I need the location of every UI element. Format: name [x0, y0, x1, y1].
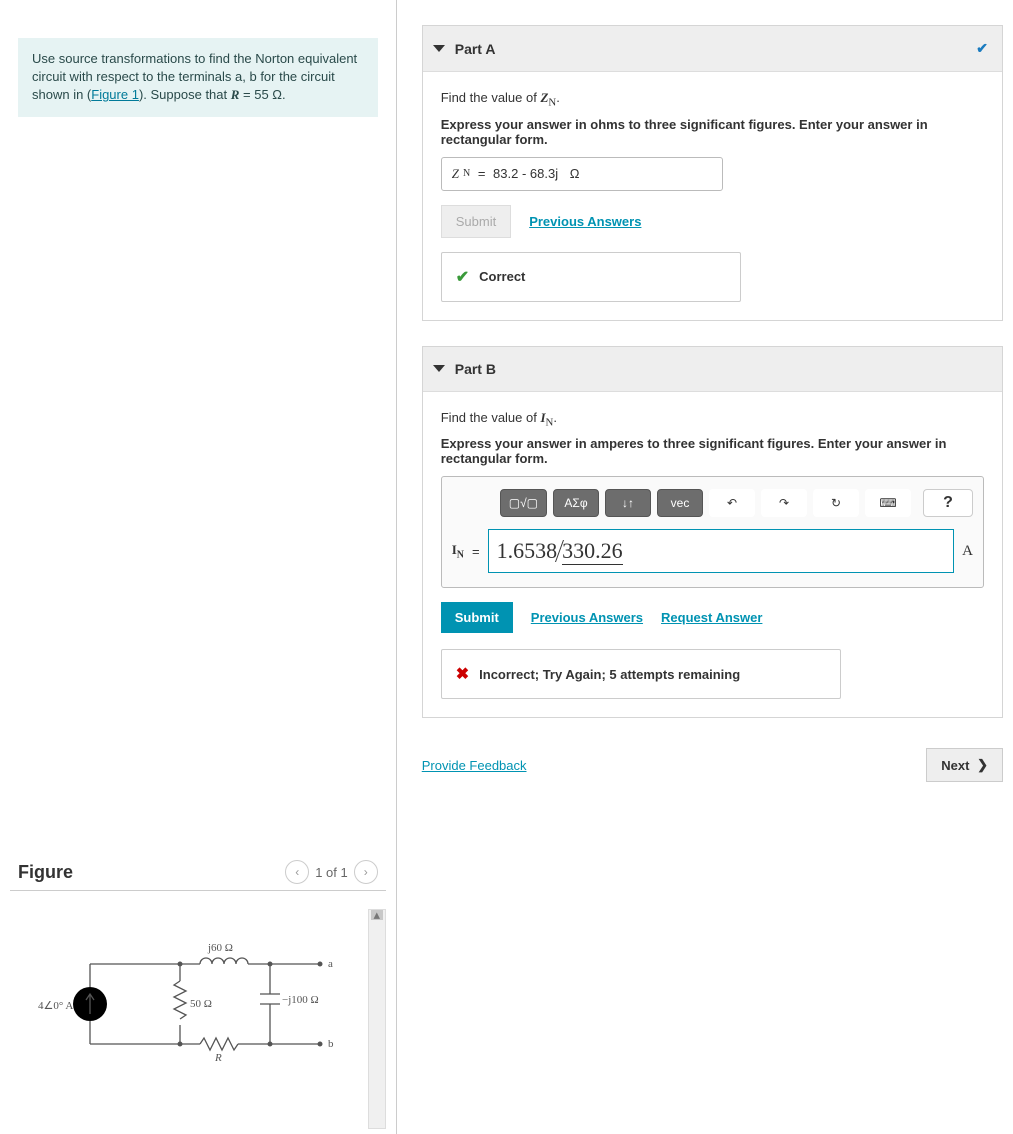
svg-text:4∠0° A: 4∠0° A — [38, 1000, 73, 1012]
redo-button[interactable]: ↷ — [761, 489, 807, 517]
circuit-diagram: 4∠0° A 50 Ω j60 Ω — [30, 909, 360, 1089]
x-icon: ✖ — [456, 664, 469, 684]
request-answer-link[interactable]: Request Answer — [661, 610, 762, 625]
svg-text:−j100 Ω: −j100 Ω — [282, 994, 319, 1006]
intro-text2: ). Suppose that — [139, 87, 231, 102]
provide-feedback-link[interactable]: Provide Feedback — [422, 758, 527, 773]
figure-panel: Figure ‹ 1 of 1 › 4∠0° A — [0, 860, 396, 1129]
figure-next-button[interactable]: › — [354, 860, 378, 884]
part-b-title: Part B — [455, 361, 496, 377]
vec-button[interactable]: vec — [657, 489, 703, 517]
part-a-answer: ZN = 83.2 - 68.3j Ω — [441, 157, 723, 191]
collapse-icon[interactable] — [433, 45, 445, 52]
templates-button[interactable]: ▢√▢ — [500, 489, 547, 517]
feedback-incorrect: ✖ Incorrect; Try Again; 5 attempts remai… — [441, 649, 841, 699]
chevron-right-icon: ❯ — [973, 757, 988, 773]
scroll-up-icon[interactable]: ▴ — [371, 910, 383, 920]
feedback-correct: ✔ Correct — [441, 252, 741, 302]
check-icon: ✔ — [976, 40, 988, 57]
svg-text:j60 Ω: j60 Ω — [207, 942, 233, 954]
undo-button[interactable]: ↶ — [709, 489, 755, 517]
help-button[interactable]: ? — [923, 489, 973, 517]
reset-button[interactable]: ↻ — [813, 489, 859, 517]
scripts-button[interactable]: ↓↑ — [605, 489, 651, 517]
figure-title: Figure — [18, 862, 73, 883]
part-b-hint: Express your answer in amperes to three … — [441, 436, 984, 466]
previous-answers-link[interactable]: Previous Answers — [531, 610, 643, 625]
keyboard-button[interactable]: ⌨ — [865, 489, 911, 517]
part-a-title: Part A — [455, 41, 496, 57]
equation-input[interactable]: 1.6538330.26 — [488, 529, 955, 573]
part-b-panel: Part B Find the value of IN. Express you… — [422, 346, 1003, 719]
collapse-icon[interactable] — [433, 365, 445, 372]
figure-pager: 1 of 1 — [315, 865, 348, 880]
greek-button[interactable]: ΑΣφ — [553, 489, 599, 517]
problem-intro: Use source transformations to find the N… — [18, 38, 378, 117]
figure-prev-button[interactable]: ‹ — [285, 860, 309, 884]
part-b-prompt: Find the value of IN. — [441, 410, 984, 429]
eq-variable: IN — [452, 542, 464, 561]
part-a-panel: Part A ✔ Find the value of ZN. Express y… — [422, 25, 1003, 321]
previous-answers-link[interactable]: Previous Answers — [529, 214, 641, 229]
intro-eq: = 55 Ω. — [239, 87, 285, 102]
part-a-answer-value: 83.2 - 68.3j — [493, 166, 558, 181]
figure-link[interactable]: Figure 1 — [91, 87, 139, 102]
svg-text:R: R — [214, 1052, 222, 1064]
submit-button[interactable]: Submit — [441, 602, 513, 633]
check-icon: ✔ — [456, 267, 469, 287]
equation-editor: ▢√▢ ΑΣφ ↓↑ vec ↶ ↷ ↻ ⌨ ? IN = — [441, 476, 984, 588]
part-a-hint: Express your answer in ohms to three sig… — [441, 117, 984, 147]
part-a-prompt: Find the value of ZN. — [441, 90, 984, 109]
eq-unit: A — [962, 543, 973, 560]
svg-text:50 Ω: 50 Ω — [190, 998, 212, 1010]
next-button[interactable]: Next ❯ — [926, 748, 1003, 782]
submit-button: Submit — [441, 205, 511, 238]
figure-scrollbar[interactable]: ▴ — [368, 909, 386, 1129]
svg-text:a: a — [328, 958, 333, 970]
svg-text:b: b — [328, 1038, 334, 1050]
